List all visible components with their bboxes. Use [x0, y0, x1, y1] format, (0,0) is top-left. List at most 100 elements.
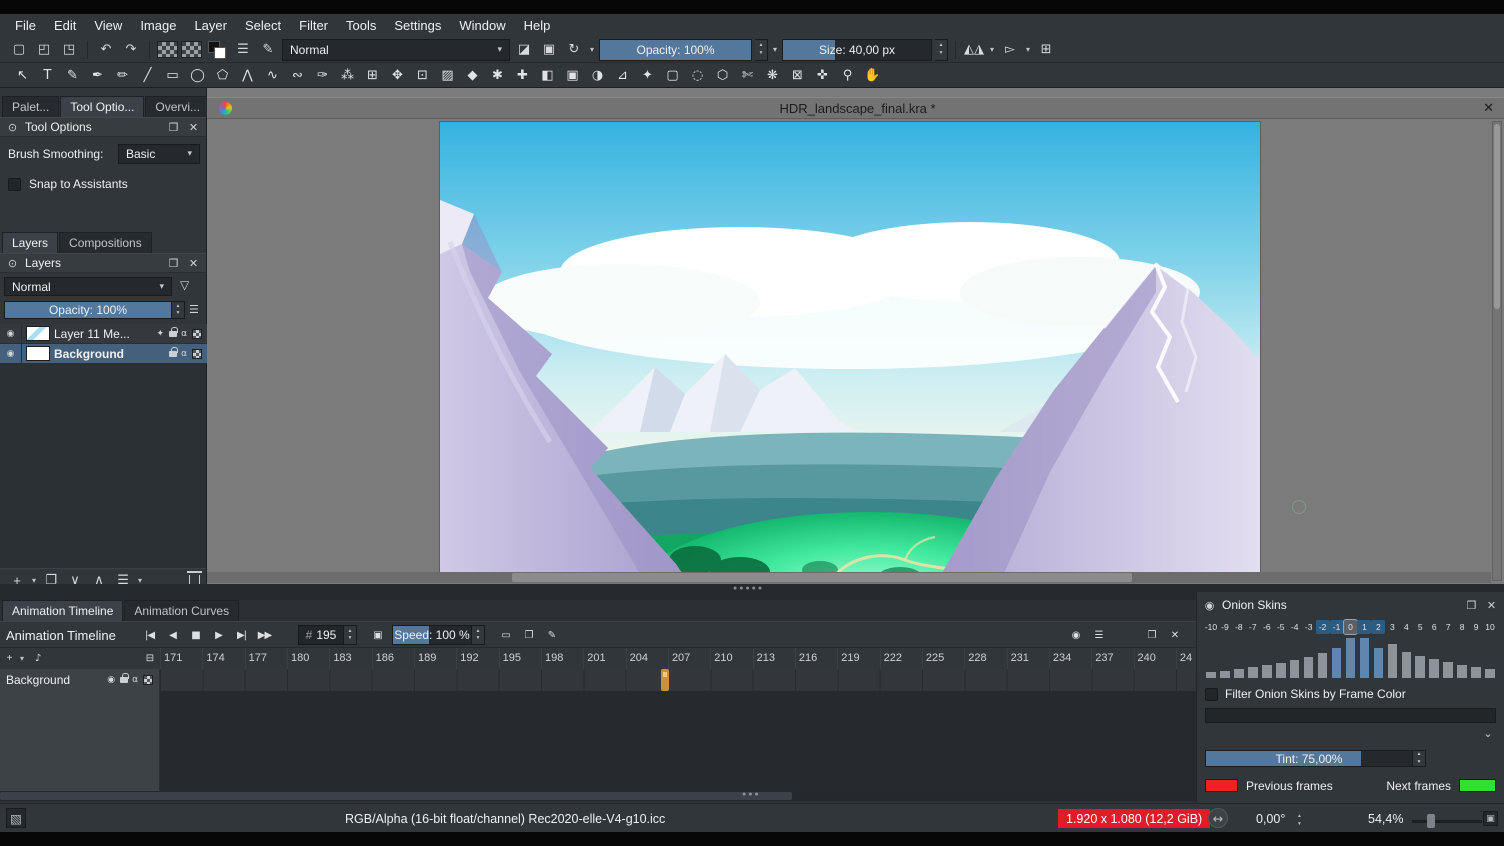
tool-polygon-icon[interactable]: ⬠ — [210, 64, 235, 87]
frame-number[interactable]: 240 — [1134, 648, 1176, 670]
reload-preset-icon[interactable]: ↻ — [563, 39, 585, 61]
tint-slider[interactable]: Tint: 75,00% — [1205, 750, 1413, 767]
frame-number[interactable]: 210 — [710, 648, 752, 670]
opacity-bar[interactable] — [1206, 672, 1216, 678]
layer-filter-icon[interactable]: ▽ — [180, 278, 189, 292]
tool-line-icon[interactable]: ╱ — [135, 64, 160, 87]
float-panel-icon[interactable]: ❐ — [166, 257, 181, 270]
offset-toggle[interactable]: 4 — [1399, 620, 1413, 634]
tool-pan-icon[interactable]: ✋ — [860, 64, 885, 87]
close-document-icon[interactable]: ✕ — [1483, 101, 1494, 116]
layer-blend-mode-select[interactable]: Normal ▾ — [4, 277, 172, 296]
frame-number[interactable]: 174 — [202, 648, 244, 670]
speed-spinner[interactable]: ▴▾ — [472, 625, 485, 645]
layer-row-background[interactable]: ◉ Background α — [0, 344, 207, 364]
tool-select-shapes-icon[interactable]: ↖ — [10, 64, 35, 87]
layer-opacity-spinner[interactable]: ▴▾ — [172, 301, 185, 319]
canvas-horizontal-scrollbar[interactable] — [207, 572, 1491, 583]
tool-measure-icon[interactable]: ⊿ — [610, 64, 635, 87]
lock-icon[interactable] — [120, 677, 128, 683]
menu-view[interactable]: View — [85, 16, 131, 35]
opacity-bar[interactable] — [1415, 656, 1425, 678]
frame-number[interactable]: 201 — [583, 648, 625, 670]
timeline-track-cells[interactable] — [160, 669, 1196, 691]
frame-number-current[interactable]: 195 — [499, 648, 541, 670]
canvas-painting[interactable] — [440, 122, 1260, 582]
mirror-horizontal-icon[interactable]: ◭◮ — [963, 39, 985, 61]
timeline-horizontal-scrollbar[interactable]: ●●● — [0, 791, 1196, 801]
horizontal-splitter[interactable] — [0, 592, 1196, 600]
chevron-down-icon[interactable]: ▾ — [590, 45, 594, 54]
float-panel-icon[interactable]: ❐ — [1464, 599, 1479, 612]
tool-transform-icon[interactable]: ⊞ — [360, 64, 385, 87]
frame-number[interactable]: 216 — [795, 648, 837, 670]
previous-frame-button[interactable]: ◀ — [161, 624, 184, 646]
pattern-chooser[interactable] — [181, 41, 202, 58]
frame-number[interactable]: 234 — [1049, 648, 1091, 670]
tool-edit-shapes-icon[interactable]: ✎ — [60, 64, 85, 87]
tab-palette[interactable]: Palet... — [2, 96, 59, 117]
timeline-settings-menu-icon[interactable]: ☰ — [1087, 624, 1110, 646]
offset-toggle[interactable]: -5 — [1274, 620, 1288, 634]
brush-size-slider[interactable]: Size: 40,00 px — [782, 39, 932, 61]
tool-bezier-select-icon[interactable]: ⊠ — [785, 64, 810, 87]
scrollbar-thumb[interactable] — [1494, 124, 1500, 309]
menu-help[interactable]: Help — [515, 16, 560, 35]
lock-icon[interactable] — [169, 331, 177, 337]
opacity-bar[interactable] — [1388, 644, 1398, 678]
frame-number[interactable]: 213 — [753, 648, 795, 670]
frame-number[interactable]: 204 — [626, 648, 668, 670]
tool-ellipse-select-icon[interactable]: ◌ — [685, 64, 710, 87]
add-keyframe-button[interactable]: + — [0, 648, 18, 670]
offset-toggle-current[interactable]: 0 — [1344, 620, 1358, 634]
tool-fill-icon[interactable]: ◧ — [535, 64, 560, 87]
inherit-alpha-icon[interactable] — [192, 349, 202, 359]
menu-image[interactable]: Image — [131, 16, 185, 35]
snap-to-assistants-checkbox[interactable] — [8, 178, 21, 191]
tab-compositions[interactable]: Compositions — [59, 232, 152, 253]
collapse-chevron-icon[interactable]: ⌄ — [1478, 726, 1498, 741]
offset-toggle[interactable]: -7 — [1246, 620, 1260, 634]
tab-animation-curves[interactable]: Animation Curves — [124, 600, 239, 621]
opacity-bar[interactable] — [1471, 667, 1481, 678]
mirror-vertical-icon[interactable]: ▻ — [999, 39, 1021, 61]
tab-animation-timeline[interactable]: Animation Timeline — [2, 600, 123, 621]
frame-number[interactable]: 225 — [922, 648, 964, 670]
tool-enclose-fill-icon[interactable]: ▣ — [560, 64, 585, 87]
save-icon[interactable]: ◳ — [58, 39, 80, 61]
gradient-chooser[interactable] — [157, 41, 178, 58]
tool-freehand-select-icon[interactable]: ✄ — [735, 64, 760, 87]
tool-move-icon[interactable]: ✥ — [385, 64, 410, 87]
inherit-alpha-icon[interactable] — [192, 329, 202, 339]
zoom-slider-handle[interactable] — [1427, 814, 1435, 828]
wraparound-mode-icon[interactable]: ⊞ — [1035, 39, 1057, 61]
brush-size-spinner[interactable]: ▴▾ — [935, 39, 948, 61]
menu-select[interactable]: Select — [236, 16, 290, 35]
tool-pattern-edit-icon[interactable]: ✱ — [485, 64, 510, 87]
float-panel-icon[interactable]: ❐ — [166, 121, 181, 134]
tool-polyline-icon[interactable]: ⋀ — [235, 64, 260, 87]
opacity-bar[interactable] — [1290, 660, 1300, 678]
offset-toggle[interactable]: 2 — [1371, 620, 1385, 634]
frame-number[interactable]: 219 — [837, 648, 879, 670]
frame-spinner[interactable]: ▴▾ — [344, 625, 357, 645]
layer-thumbnail[interactable] — [26, 346, 50, 361]
opacity-bar[interactable] — [1457, 665, 1467, 678]
tab-tool-options[interactable]: Tool Optio... — [60, 96, 144, 117]
selection-display-icon[interactable]: ▧ — [6, 808, 26, 828]
frame-number[interactable]: 222 — [880, 648, 922, 670]
open-image-icon[interactable]: ◰ — [33, 39, 55, 61]
opacity-bar[interactable] — [1248, 667, 1258, 678]
onion-skins-toggle-icon[interactable]: ◉ — [1064, 624, 1087, 646]
eye-icon[interactable]: ◉ — [107, 675, 115, 685]
layer-row-layer11[interactable]: ◉ Layer 11 Me... ✦ α — [0, 324, 207, 344]
offset-toggle[interactable]: 5 — [1413, 620, 1427, 634]
layer-visibility-toggle[interactable]: ◉ — [0, 324, 22, 343]
opacity-bar[interactable] — [1429, 659, 1439, 678]
next-frame-button[interactable]: ▶| — [230, 624, 253, 646]
tool-similar-select-icon[interactable]: ❋ — [760, 64, 785, 87]
tab-layers[interactable]: Layers — [2, 232, 58, 253]
menu-tools[interactable]: Tools — [337, 16, 385, 35]
frame-color-filter-field[interactable] — [1205, 708, 1496, 723]
tool-freehand-brush-icon[interactable]: ✏ — [110, 64, 135, 87]
